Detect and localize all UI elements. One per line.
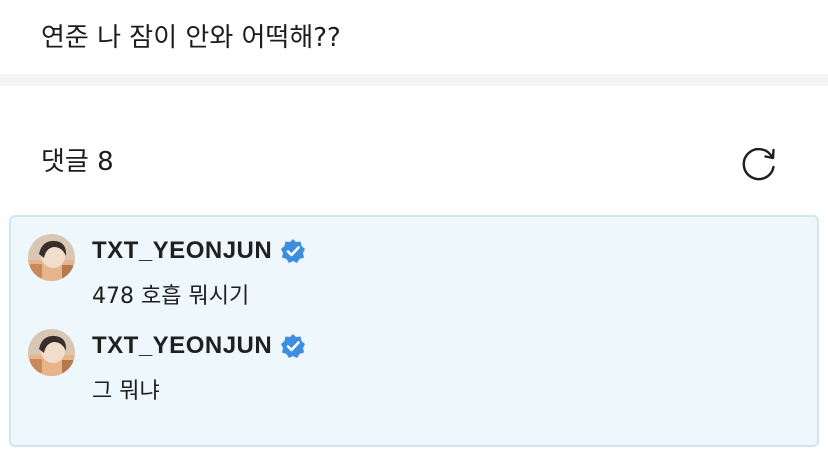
comment-author[interactable]: TXT_YEONJUN — [92, 234, 306, 268]
comments-header-label: 댓글 — [41, 147, 89, 177]
section-divider — [0, 74, 828, 86]
verified-badge-icon — [281, 239, 306, 263]
comment-text: 478 호흡 뭐시기 — [92, 284, 250, 309]
comment-box: TXT_YEONJUN 478 호흡 뭐시기 TXT_YEONJUN 그 뭐냐 — [9, 215, 819, 447]
comment: TXT_YEONJUN 그 뭐냐 — [28, 329, 788, 419]
avatar[interactable] — [28, 234, 75, 281]
verified-badge-icon — [281, 334, 306, 358]
author-name: TXT_YEONJUN — [92, 237, 273, 264]
avatar[interactable] — [28, 329, 75, 376]
comments-header: 댓글 8 — [41, 142, 114, 182]
comment: TXT_YEONJUN 478 호흡 뭐시기 — [28, 234, 788, 324]
comment-text: 그 뭐냐 — [92, 379, 160, 404]
post-text: 연준 나 잠이 안와 어떡해?? — [41, 23, 341, 53]
refresh-icon — [742, 147, 775, 181]
comment-author[interactable]: TXT_YEONJUN — [92, 329, 306, 363]
comments-count: 8 — [97, 147, 114, 177]
author-name: TXT_YEONJUN — [92, 332, 273, 359]
refresh-button[interactable] — [738, 142, 780, 184]
